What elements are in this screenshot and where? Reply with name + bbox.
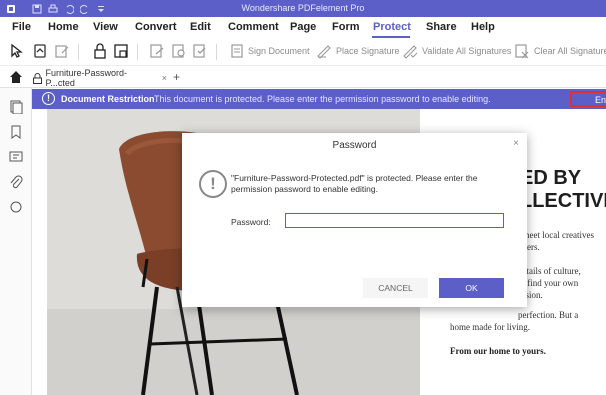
search-icon[interactable] (9, 200, 23, 214)
body-line: details of culture, (518, 266, 581, 276)
redact-icon[interactable] (149, 43, 165, 59)
dialog-message: "Furniture-Password-Protected.pdf" is pr… (231, 173, 478, 194)
add-tab-button[interactable]: + (173, 70, 180, 84)
toolbar-separator (137, 44, 138, 60)
body-line-bold: From our home to yours. (450, 346, 546, 356)
lock-icon (33, 72, 42, 84)
menu-form[interactable]: Form (332, 21, 360, 33)
password-label: Password: (231, 217, 271, 227)
headline-line-1: ED BY (520, 167, 582, 189)
clear-all-signatures-button[interactable]: Clear All Signatures (534, 46, 606, 56)
sign-document-icon[interactable] (229, 43, 245, 59)
menu-file[interactable]: File (12, 21, 31, 33)
pages-icon[interactable] (9, 100, 23, 115)
permission-icon[interactable] (113, 43, 129, 59)
password-input[interactable] (285, 213, 504, 228)
validate-all-signatures-button[interactable]: Validate All Signatures (422, 46, 511, 56)
window-title: Wondershare PDFelement Pro (241, 3, 365, 13)
body-line: perfection. But a (518, 310, 579, 320)
clear-signatures-icon[interactable] (514, 43, 530, 59)
menu-share[interactable]: Share (426, 21, 457, 33)
body-line: to find your own (518, 278, 579, 288)
restriction-message: This document is protected. Please enter… (154, 94, 491, 104)
left-sidebar: › (0, 88, 36, 395)
document-tab-label: Furniture-Password-P...cted (45, 68, 128, 88)
title-bar: Wondershare PDFelement Pro (0, 0, 606, 17)
sign-document-button[interactable]: Sign Document (248, 46, 310, 56)
menu-comment[interactable]: Comment (228, 21, 279, 33)
ok-button[interactable]: OK (439, 278, 504, 298)
menu-home[interactable]: Home (48, 21, 79, 33)
menu-page[interactable]: Page (290, 21, 316, 33)
warning-icon: ! (199, 170, 227, 198)
menu-protect[interactable]: Protect (373, 21, 411, 33)
body-line: , meet local creatives (518, 230, 594, 240)
document-tab[interactable]: Furniture-Password-P...cted × (32, 68, 167, 88)
menu-view[interactable]: View (93, 21, 118, 33)
toolbar-separator (78, 44, 79, 60)
dialog-close-icon[interactable]: × (513, 138, 519, 149)
document-restriction-bar: ! Document Restriction This document is … (32, 89, 606, 109)
restriction-label: Document Restriction (61, 94, 155, 104)
menu-bar: File Home View Convert Edit Comment Page… (0, 17, 606, 38)
protect-toolbar: Sign Document Place Signature Validate A… (0, 38, 606, 66)
apply-redaction-icon[interactable] (192, 43, 208, 59)
password-dialog: Password × ! "Furniture-Password-Protect… (182, 133, 527, 307)
toolbar-separator (216, 44, 217, 60)
password-lock-icon[interactable] (92, 43, 108, 59)
hand-tool-icon[interactable] (32, 43, 48, 59)
place-signature-icon[interactable] (316, 43, 332, 59)
menu-convert[interactable]: Convert (135, 21, 177, 33)
comments-icon[interactable] (9, 150, 23, 164)
menu-help[interactable]: Help (471, 21, 495, 33)
close-tab-icon[interactable]: × (162, 73, 167, 83)
info-icon: ! (42, 92, 55, 105)
menu-edit[interactable]: Edit (190, 21, 211, 33)
select-tool-icon[interactable] (9, 43, 25, 59)
headline-line-2: LLECTIVE (520, 190, 606, 212)
validate-signatures-icon[interactable] (402, 43, 418, 59)
search-redact-icon[interactable] (171, 43, 187, 59)
enable-editing-button[interactable]: Enable Editing (570, 91, 606, 107)
edit-tool-icon[interactable] (54, 43, 70, 59)
place-signature-button[interactable]: Place Signature (336, 46, 400, 56)
body-line: home made for living. (450, 322, 530, 332)
dialog-title: Password (332, 140, 377, 151)
attachment-icon[interactable] (9, 175, 23, 189)
bookmark-icon[interactable] (9, 125, 23, 139)
document-tab-bar: Furniture-Password-P...cted × + (0, 66, 606, 88)
home-icon[interactable] (9, 70, 23, 84)
cancel-button[interactable]: CANCEL (363, 278, 428, 298)
